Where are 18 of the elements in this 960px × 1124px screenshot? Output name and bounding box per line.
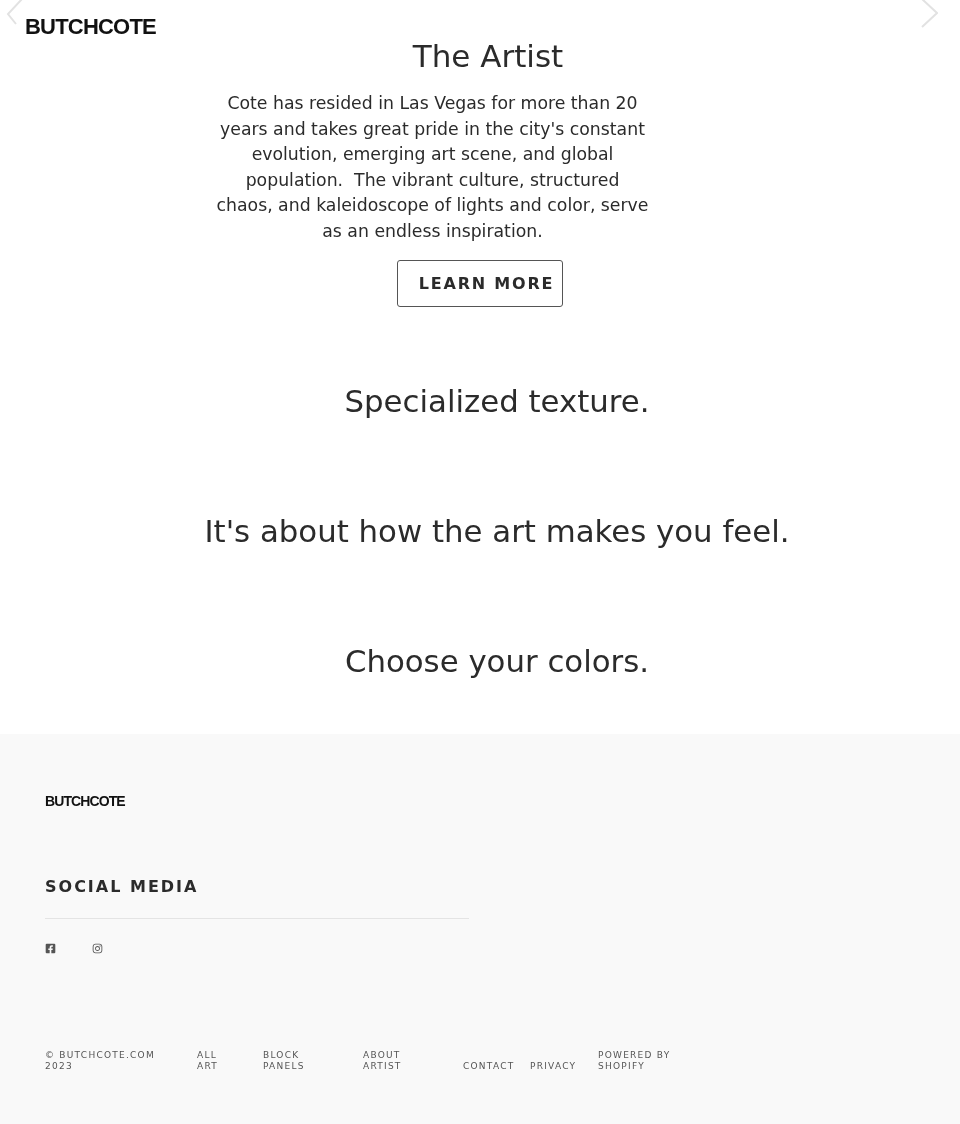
social-heading: SOCIAL MEDIA — [45, 877, 199, 897]
facebook-icon[interactable] — [45, 943, 56, 954]
footer-link[interactable]: BLOCK PANELS — [263, 1050, 339, 1072]
tagline: Specialized texture. — [344, 382, 650, 421]
footer-link[interactable]: POWERED BY SHOPIFY — [598, 1050, 684, 1072]
tagline: It's about how the art makes you feel. — [204, 512, 790, 551]
section-title: The Artist — [412, 37, 564, 75]
learn-more-button[interactable]: LEARN MORE — [396, 260, 564, 307]
instagram-icon[interactable] — [92, 943, 103, 954]
site-logo[interactable]: BUTCHCOTE — [25, 17, 156, 37]
footer-link[interactable]: ALL ART — [197, 1050, 239, 1072]
artist-description: Cote has resided in Las Vegas for more than 20 years and takes great pride in the city's constant evolution, emerging art scene, and global population. The vibrant culture, structured chaos, and kaleidoscope of lights and color, serve as an endless inspiration. — [216, 92, 649, 243]
footer-logo[interactable]: BUTCHCOTE — [45, 794, 125, 808]
footer-link[interactable]: CONTACT — [463, 1061, 515, 1072]
footer-link[interactable]: PRIVACY — [530, 1061, 577, 1072]
tagline: Choose your colors. — [344, 642, 650, 681]
footer-link[interactable]: ABOUT ARTIST — [363, 1050, 439, 1072]
copyright-text: © BUTCHCOTE.COM 2023 — [45, 1050, 156, 1072]
